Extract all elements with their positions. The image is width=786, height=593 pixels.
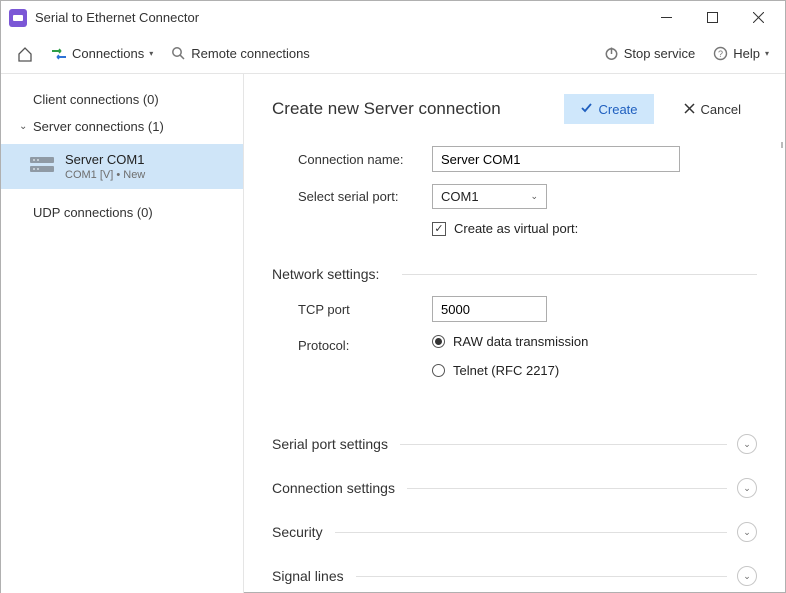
sidebar-item-server[interactable]: ⌄ Server connections (1) (1, 113, 243, 140)
chevron-down-icon: ⌄ (737, 566, 757, 586)
accordion-signal-lines[interactable]: Signal lines ⌄ (272, 560, 757, 592)
accordion-label: Serial port settings (272, 436, 388, 452)
tcp-port-input[interactable] (432, 296, 547, 322)
connection-subtitle: COM1 [V] • New (65, 169, 145, 181)
main-pane: Create new Server connection Create Canc… (244, 74, 785, 593)
cancel-label: Cancel (701, 102, 741, 117)
connections-icon (51, 46, 67, 62)
accordion-label: Connection settings (272, 480, 395, 496)
chevron-down-icon: ⌄ (19, 121, 29, 132)
raw-protocol-radio[interactable] (432, 335, 445, 348)
connection-name-label: Connection name: (272, 152, 432, 167)
home-icon (17, 46, 33, 62)
maximize-button[interactable] (689, 3, 735, 33)
sidebar-label: Server connections (1) (33, 119, 164, 134)
close-button[interactable] (735, 3, 781, 33)
connections-label: Connections (72, 46, 144, 61)
accordion-label: Security (272, 524, 323, 540)
chevron-down-icon: ⌄ (737, 522, 757, 542)
select-value: COM1 (441, 189, 479, 204)
serial-port-icon (29, 155, 55, 178)
create-label: Create (599, 102, 638, 117)
scrollbar[interactable] (773, 74, 785, 593)
cancel-button[interactable]: Cancel (668, 95, 757, 124)
accordion-security[interactable]: Security ⌄ (272, 516, 757, 548)
raw-protocol-label: RAW data transmission (453, 334, 588, 349)
stop-service-label: Stop service (624, 46, 696, 61)
tcp-port-label: TCP port (272, 302, 432, 317)
stop-service-button[interactable]: Stop service (598, 42, 702, 65)
create-virtual-checkbox[interactable]: ✓ (432, 222, 446, 236)
serial-port-select[interactable]: COM1 ⌄ (432, 184, 547, 209)
help-label: Help (733, 46, 760, 61)
help-icon: ? (713, 46, 728, 61)
connections-menu[interactable]: Connections ▾ (45, 42, 159, 66)
sidebar-label: Client connections (0) (33, 92, 159, 107)
chevron-down-icon: ⌄ (737, 478, 757, 498)
connection-title: Server COM1 (65, 152, 145, 167)
sidebar-item-server-com1[interactable]: Server COM1 COM1 [V] • New (1, 144, 243, 189)
remote-label: Remote connections (191, 46, 310, 61)
app-icon (9, 9, 27, 27)
search-icon (171, 46, 186, 61)
telnet-protocol-radio[interactable] (432, 364, 445, 377)
select-port-label: Select serial port: (272, 189, 432, 204)
check-icon (580, 101, 593, 117)
chevron-down-icon: ⌄ (737, 434, 757, 454)
chevron-down-icon: ▾ (765, 49, 769, 58)
telnet-protocol-label: Telnet (RFC 2217) (453, 363, 559, 378)
accordion-connection-settings[interactable]: Connection settings ⌄ (272, 472, 757, 504)
connection-name-input[interactable] (432, 146, 680, 172)
accordion-label: Signal lines (272, 568, 344, 584)
svg-text:?: ? (718, 49, 723, 59)
accordion-serial-port[interactable]: Serial port settings ⌄ (272, 428, 757, 460)
page-title: Create new Server connection (272, 99, 564, 119)
network-settings-heading: Network settings: (272, 266, 757, 282)
window-title: Serial to Ethernet Connector (35, 10, 643, 25)
toolbar: Connections ▾ Remote connections Stop se… (1, 34, 785, 74)
chevron-down-icon: ⌄ (530, 191, 538, 202)
help-menu[interactable]: ? Help ▾ (707, 42, 775, 65)
sidebar-label: UDP connections (0) (33, 205, 153, 220)
protocol-label: Protocol: (272, 338, 432, 353)
create-virtual-label: Create as virtual port: (454, 221, 578, 236)
home-button[interactable] (11, 42, 39, 66)
sidebar: Client connections (0) ⌄ Server connecti… (1, 74, 244, 593)
titlebar: Serial to Ethernet Connector (1, 1, 785, 34)
sidebar-item-client[interactable]: Client connections (0) (1, 86, 243, 113)
create-button[interactable]: Create (564, 94, 654, 124)
chevron-down-icon: ▾ (149, 49, 153, 58)
sidebar-item-udp[interactable]: UDP connections (0) (1, 199, 243, 226)
minimize-button[interactable] (643, 3, 689, 33)
power-icon (604, 46, 619, 61)
close-icon (684, 102, 695, 117)
remote-connections-button[interactable]: Remote connections (165, 42, 316, 65)
